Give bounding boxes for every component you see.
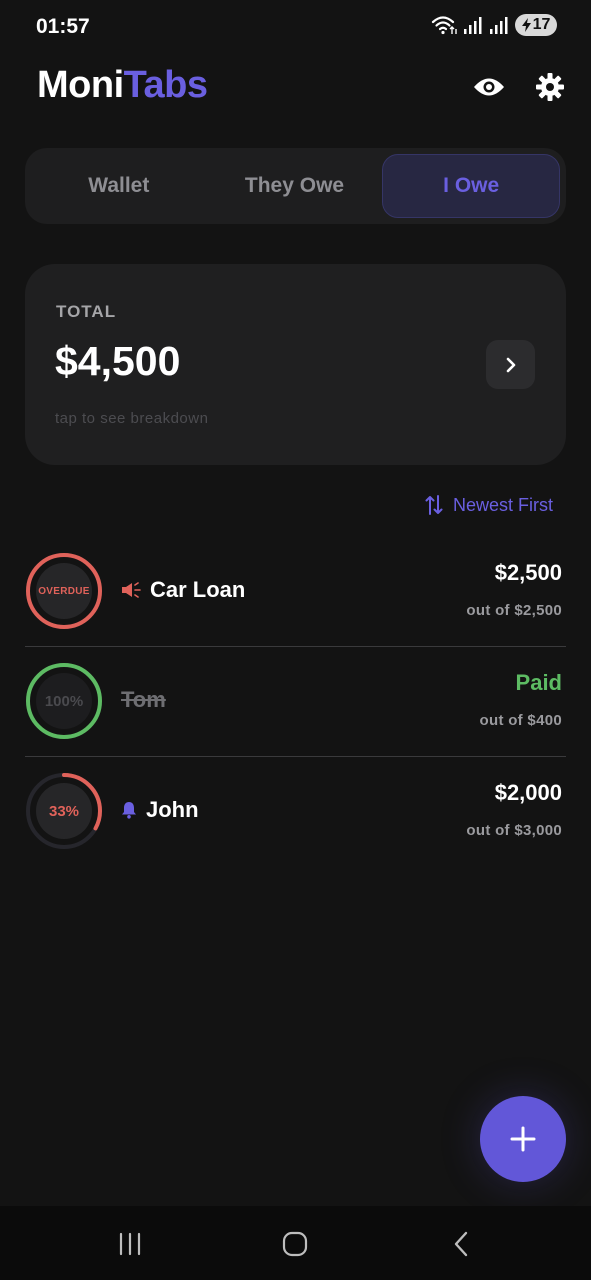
debt-name-text: Car Loan — [150, 577, 246, 602]
progress-percent: 33% — [48, 802, 80, 820]
debt-total: out of $400 — [479, 712, 562, 729]
tab-bar: Wallet They Owe I Owe — [25, 148, 566, 224]
debt-total: out of $3,000 — [466, 822, 562, 839]
total-hint: tap to see breakdown — [55, 410, 209, 427]
bell-icon — [122, 802, 136, 819]
total-label: TOTAL — [56, 302, 117, 321]
tab-they-owe[interactable]: They Owe — [207, 154, 383, 218]
recent-apps-button[interactable] — [110, 1228, 150, 1260]
overdue-badge: OVERDUE — [38, 585, 90, 597]
plus-icon — [510, 1126, 536, 1152]
chevron-right-icon — [506, 357, 515, 372]
debt-name: John — [121, 797, 199, 823]
signal-icon — [464, 17, 482, 34]
sort-label: Newest First — [452, 494, 553, 515]
debt-amount: $2,500 — [494, 560, 562, 585]
eye-icon — [474, 78, 504, 96]
debt-status: Paid — [515, 670, 562, 695]
home-icon — [282, 1231, 308, 1257]
tab-wallet[interactable]: Wallet — [31, 154, 207, 218]
megaphone-icon — [122, 582, 141, 598]
debt-name: Car Loan — [121, 577, 245, 603]
debt-item-john[interactable]: 33% John $2,000 out of $3,000 — [25, 756, 566, 866]
settings-button[interactable] — [529, 66, 571, 108]
debt-amount: $2,000 — [494, 780, 562, 805]
debt-name: Tom — [121, 687, 166, 713]
sort-arrows-icon — [425, 495, 443, 515]
battery-indicator: 17 — [515, 14, 557, 36]
debt-total: out of $2,500 — [466, 602, 562, 619]
total-amount: $4,500 — [55, 338, 181, 384]
debt-name-text: John — [146, 797, 199, 822]
recent-apps-icon — [119, 1232, 141, 1256]
debt-item-car-loan[interactable]: OVERDUE Car Loan $2,500 out of $2,500 — [25, 536, 566, 646]
charging-bolt-icon — [521, 18, 531, 32]
app-title-part-2: Tabs — [123, 64, 208, 106]
home-button[interactable] — [275, 1228, 315, 1260]
wifi-icon — [431, 16, 457, 35]
battery-level: 17 — [532, 16, 551, 33]
total-card[interactable]: TOTAL $4,500 tap to see breakdown — [25, 264, 566, 465]
add-debt-button[interactable] — [480, 1096, 566, 1182]
progress-percent: 100% — [44, 692, 84, 710]
back-button[interactable] — [441, 1228, 481, 1260]
signal-icon-2 — [490, 17, 508, 34]
back-icon — [454, 1231, 468, 1257]
tab-i-owe[interactable]: I Owe — [382, 154, 561, 218]
status-icons: 17 — [431, 14, 557, 36]
breakdown-button[interactable] — [486, 340, 535, 389]
app-title: MoniTabs — [37, 64, 208, 107]
system-nav-bar — [0, 1206, 591, 1280]
gear-icon — [536, 73, 564, 101]
visibility-toggle-button[interactable] — [468, 66, 510, 108]
debt-name-text: Tom — [121, 687, 166, 712]
app-title-part-1: Moni — [37, 64, 124, 106]
status-time: 01:57 — [36, 15, 90, 38]
debt-item-tom[interactable]: 100% Tom Paid out of $400 — [25, 646, 566, 756]
sort-button[interactable]: Newest First — [425, 494, 553, 516]
status-bar: 01:57 17 — [0, 0, 591, 54]
